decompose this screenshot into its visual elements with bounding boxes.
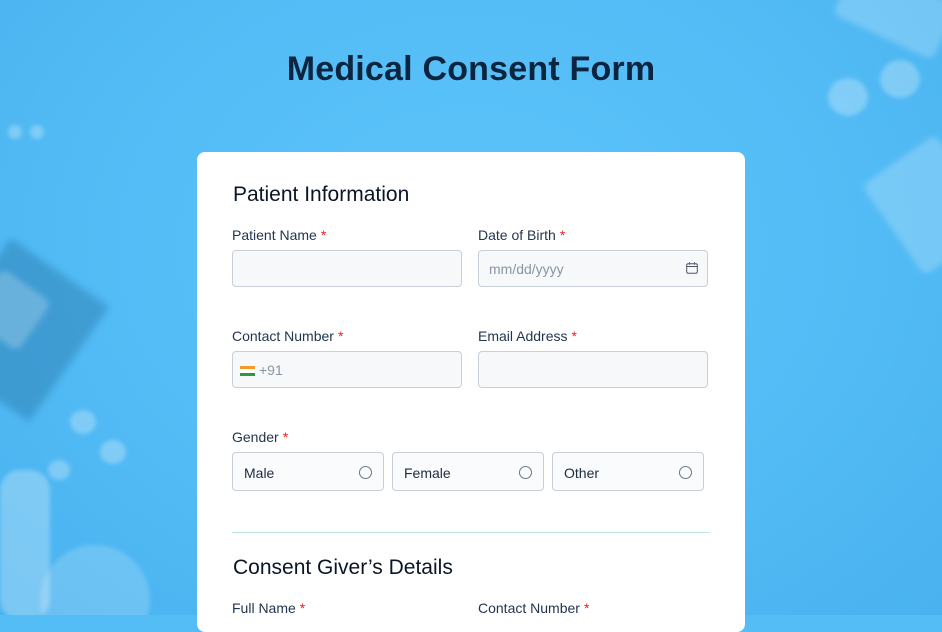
- dob-input[interactable]: mm/dd/yyyy: [478, 250, 708, 287]
- radio-circle-icon[interactable]: [679, 466, 692, 479]
- consent-contact-label-text: Contact Number: [478, 600, 580, 616]
- email-input[interactable]: [478, 351, 708, 388]
- required-marker: *: [571, 328, 577, 344]
- required-marker: *: [337, 328, 344, 344]
- contact-number-input[interactable]: +91: [232, 351, 462, 388]
- gender-option-label: Female: [404, 465, 451, 481]
- dob-label: Date of Birth *: [478, 227, 565, 243]
- consent-contact-label: Contact Number *: [478, 600, 589, 616]
- required-marker: *: [583, 600, 590, 616]
- dob-label-text: Date of Birth: [478, 227, 556, 243]
- india-flag-icon[interactable]: [240, 366, 255, 376]
- required-marker: *: [559, 227, 566, 243]
- radio-circle-icon[interactable]: [519, 466, 532, 479]
- country-code: +91: [259, 362, 283, 378]
- gender-option-other[interactable]: Other: [552, 452, 704, 491]
- full-name-label: Full Name *: [232, 600, 305, 616]
- consent-section-title: Consent Giver’s Details: [233, 556, 453, 579]
- contact-number-label: Contact Number *: [232, 328, 343, 344]
- contact-number-label-text: Contact Number: [232, 328, 334, 344]
- dob-placeholder: mm/dd/yyyy: [489, 261, 564, 277]
- gender-option-label: Other: [564, 465, 600, 481]
- radio-circle-icon[interactable]: [359, 466, 372, 479]
- form-card: Patient Information Patient Name * Date o…: [197, 152, 745, 632]
- gender-label-text: Gender: [232, 429, 279, 445]
- full-name-label-text: Full Name: [232, 600, 296, 616]
- patient-name-label: Patient Name *: [232, 227, 326, 243]
- patient-section-title: Patient Information: [233, 183, 410, 206]
- required-marker: *: [299, 600, 306, 616]
- calendar-icon[interactable]: [686, 262, 698, 274]
- required-marker: *: [282, 429, 289, 445]
- section-divider: [232, 532, 710, 533]
- gender-label: Gender *: [232, 429, 288, 445]
- gender-option-female[interactable]: Female: [392, 452, 544, 491]
- email-label: Email Address *: [478, 328, 577, 344]
- page-title: Medical Consent Form: [286, 50, 656, 88]
- gender-option-label: Male: [244, 465, 275, 481]
- patient-name-label-text: Patient Name: [232, 227, 317, 243]
- patient-name-input[interactable]: [232, 250, 462, 287]
- email-label-text: Email Address: [478, 328, 568, 344]
- gender-option-male[interactable]: Male: [232, 452, 384, 491]
- required-marker: *: [320, 227, 327, 243]
